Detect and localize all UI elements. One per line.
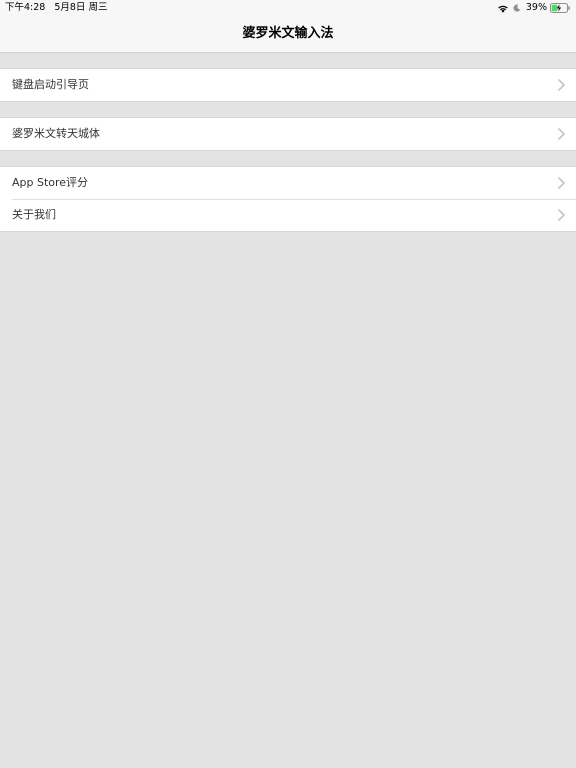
row-label: App Store评分 [12, 176, 89, 189]
about-us-row[interactable]: 关于我们 [0, 199, 576, 231]
wifi-icon [498, 5, 508, 13]
chevron-right-icon [558, 79, 565, 91]
battery-percent: 39% [525, 2, 547, 13]
status-time: 下午4:28 [5, 2, 46, 13]
row-label: 关于我们 [12, 208, 56, 221]
app-store-rating-row[interactable]: App Store评分 [0, 167, 576, 199]
battery-charging-icon [550, 3, 570, 13]
row-label: 婆罗米文转天城体 [12, 127, 100, 140]
settings-group-keyboard: 键盘启动引导页 [0, 68, 576, 102]
keyboard-guide-row[interactable]: 键盘启动引导页 [0, 69, 576, 101]
brahmi-to-devanagari-row[interactable]: 婆罗米文转天城体 [0, 118, 576, 150]
settings-group-about: App Store评分 关于我们 [0, 166, 576, 232]
chevron-right-icon [558, 177, 565, 189]
battery-fill [551, 4, 558, 12]
status-left: 下午4:28 5月8日 周三 [5, 0, 107, 16]
chevron-right-icon [558, 128, 565, 140]
row-separator [12, 199, 576, 200]
chevron-right-icon [558, 209, 565, 221]
settings-group-convert: 婆罗米文转天城体 [0, 117, 576, 151]
navigation-bar: 婆罗米文输入法 [0, 16, 576, 53]
row-label: 键盘启动引导页 [12, 78, 89, 91]
status-date: 5月8日 周三 [54, 2, 108, 13]
status-right: 39% [497, 0, 571, 16]
page-title: 婆罗米文输入法 [242, 26, 334, 41]
status-bar: 下午4:28 5月8日 周三 39% [0, 0, 576, 16]
moon-icon [513, 4, 521, 12]
